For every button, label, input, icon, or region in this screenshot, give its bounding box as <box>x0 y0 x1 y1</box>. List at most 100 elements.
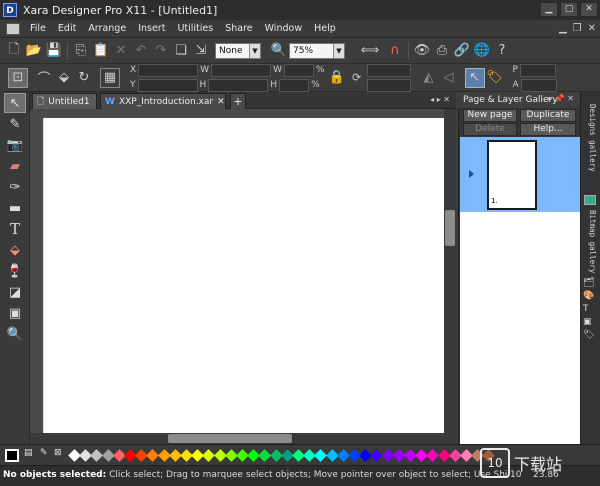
export-icon[interactable]: ⎙ <box>432 41 452 61</box>
doc-close-icon[interactable]: ✕ <box>588 23 596 34</box>
x-position-field[interactable] <box>138 63 199 77</box>
rotate-icon[interactable]: ↻ <box>74 68 94 88</box>
colour-picker-icon[interactable]: ▤ <box>24 448 33 458</box>
delete-button[interactable]: Delete <box>463 123 517 136</box>
width-field[interactable] <box>211 63 272 77</box>
menu-help[interactable]: Help <box>308 23 342 34</box>
tab-xxp-introduction[interactable]: W XXP_Introduction.xar ✕ <box>100 93 226 109</box>
no-colour-swatch[interactable] <box>5 449 19 462</box>
skew-field[interactable] <box>366 78 411 92</box>
arrange-icon[interactable]: ❏ <box>171 41 191 61</box>
a-field[interactable] <box>520 78 557 92</box>
font-icon[interactable]: T <box>583 304 597 314</box>
rotation-icon[interactable]: ⟳ <box>347 68 367 88</box>
document-page[interactable] <box>43 118 444 433</box>
shadow-tool-icon[interactable]: ◪ <box>4 282 26 302</box>
eyedropper-icon[interactable]: ✎ <box>40 448 48 458</box>
menu-file[interactable]: File <box>24 23 52 34</box>
zoom-icon[interactable]: 🔍 <box>269 41 289 61</box>
transparency-tool-icon[interactable]: 🍷 <box>4 261 26 281</box>
curve-icon[interactable]: ⌒ <box>34 68 54 88</box>
menu-edit[interactable]: Edit <box>52 23 82 34</box>
frame-icon[interactable]: ▣ <box>583 317 597 327</box>
menu-arrange[interactable]: Arrange <box>82 23 132 34</box>
menu-utilities[interactable]: Utilities <box>171 23 219 34</box>
help-icon[interactable]: ? <box>492 41 512 61</box>
rotation-field[interactable] <box>366 63 411 77</box>
redo-icon[interactable]: ↷ <box>151 41 171 61</box>
tag-icon[interactable]: 🏷 <box>485 68 505 88</box>
none-swatch-icon[interactable]: ⊠ <box>54 448 62 458</box>
doc-restore-icon[interactable]: ❐ <box>573 23 582 34</box>
delete-icon[interactable]: ✕ <box>111 41 131 61</box>
doc-minimize-icon[interactable]: ▁ <box>559 23 567 34</box>
selector-tool-icon[interactable]: ↖ <box>4 93 26 113</box>
lock-aspect-icon[interactable]: 🔒 <box>327 68 347 88</box>
eraser-tool-icon[interactable]: ▰ <box>4 156 26 176</box>
link-icon[interactable]: 🔗 <box>452 41 472 61</box>
colour-icon[interactable]: 🎨 <box>583 291 597 301</box>
menu-share[interactable]: Share <box>219 23 258 34</box>
expand-arrow-icon[interactable] <box>469 170 474 178</box>
vertical-scroll-thumb[interactable] <box>445 210 455 246</box>
height-field[interactable] <box>208 78 269 92</box>
copy-icon[interactable]: ⎘ <box>71 41 91 61</box>
rectangle-tool-icon[interactable]: ▬ <box>4 198 26 218</box>
menu-window[interactable]: Window <box>259 23 308 34</box>
web-icon[interactable]: 🌐 <box>472 41 492 61</box>
paste-icon[interactable]: 📋 <box>91 41 111 61</box>
undo-icon[interactable]: ↶ <box>131 41 151 61</box>
freehand-tool-icon[interactable]: ✑ <box>4 177 26 197</box>
new-document-icon[interactable]: 🗋 <box>4 41 24 61</box>
menu-insert[interactable]: Insert <box>132 23 171 34</box>
photo-tool-icon[interactable]: 📷 <box>4 135 26 155</box>
scale-height-field[interactable] <box>279 78 310 92</box>
bitmap-gallery-tab[interactable]: Bitmap gallery <box>583 210 597 274</box>
tab-untitled1[interactable]: 🗋 Untitled1 <box>32 93 97 109</box>
zoom-combo[interactable]: 75% ▼ <box>289 42 345 59</box>
horizontal-scroll-thumb[interactable] <box>168 434 292 443</box>
vertical-scrollbar[interactable] <box>444 109 456 433</box>
y-position-field[interactable] <box>137 78 198 92</box>
pointer-handle-icon[interactable]: ↖ <box>464 67 485 88</box>
gallery-controls[interactable]: ▸ 📌 ✕ <box>548 94 574 103</box>
new-tab-button[interactable]: + <box>230 93 246 109</box>
layers-icon[interactable]: 🗂 <box>583 278 597 288</box>
bevel-tool-icon[interactable]: ▣ <box>4 303 26 323</box>
text-tool-icon[interactable]: T <box>4 219 26 239</box>
selector-mode-icon[interactable]: ⊡ <box>8 67 28 88</box>
open-folder-icon[interactable]: 📂 <box>24 41 44 61</box>
app-icon[interactable]: D <box>3 3 17 17</box>
chevron-down-icon[interactable]: ▼ <box>249 43 260 58</box>
ruler-icon[interactable]: ⟺ <box>355 41 385 61</box>
gallery-icons[interactable]: 🗂 🎨 T ▣ 🏷 <box>583 278 597 340</box>
grid-icon[interactable]: ▦ <box>100 67 120 88</box>
fill-combo[interactable]: None ▼ <box>215 42 261 59</box>
designs-gallery-tab[interactable]: Designs gallery <box>583 104 597 178</box>
close-tab-icon[interactable]: ✕ <box>217 97 225 107</box>
shape-editor-tool-icon[interactable]: ✎ <box>4 114 26 134</box>
flip-vertical-icon[interactable]: ◁ <box>439 68 459 88</box>
preview-eye-icon[interactable]: 👁 <box>412 41 432 61</box>
chevron-down-icon[interactable]: ▼ <box>333 43 344 58</box>
maximize-button[interactable]: ▢ <box>560 2 578 17</box>
save-icon[interactable]: 💾 <box>44 41 64 61</box>
new-page-button[interactable]: New page <box>463 109 517 122</box>
scale-width-field[interactable] <box>283 63 314 77</box>
tag-icon[interactable]: 🏷 <box>583 330 597 340</box>
magnet-icon[interactable]: ∩ <box>385 41 405 61</box>
help-button[interactable]: Help... <box>520 123 576 136</box>
fill-bucket-icon[interactable]: ⬙ <box>54 68 74 88</box>
bitmap-gallery-icon[interactable] <box>584 195 596 205</box>
close-button[interactable]: ✕ <box>580 2 598 17</box>
zoom-tool-icon[interactable]: 🔍 <box>4 324 26 344</box>
flip-horizontal-icon[interactable]: ◭ <box>419 68 439 88</box>
document-icon[interactable] <box>6 22 20 35</box>
p-field[interactable] <box>519 63 556 77</box>
minimize-button[interactable]: ▁ <box>540 2 558 17</box>
transform-icon[interactable]: ⇲ <box>191 41 211 61</box>
fill-tool-icon[interactable]: ⬙ <box>4 240 26 260</box>
duplicate-button[interactable]: Duplicate <box>520 109 576 122</box>
tab-scroll-controls[interactable]: ◂ ▸ ✕ <box>430 95 450 104</box>
document-icon: 🗋 <box>37 96 45 107</box>
